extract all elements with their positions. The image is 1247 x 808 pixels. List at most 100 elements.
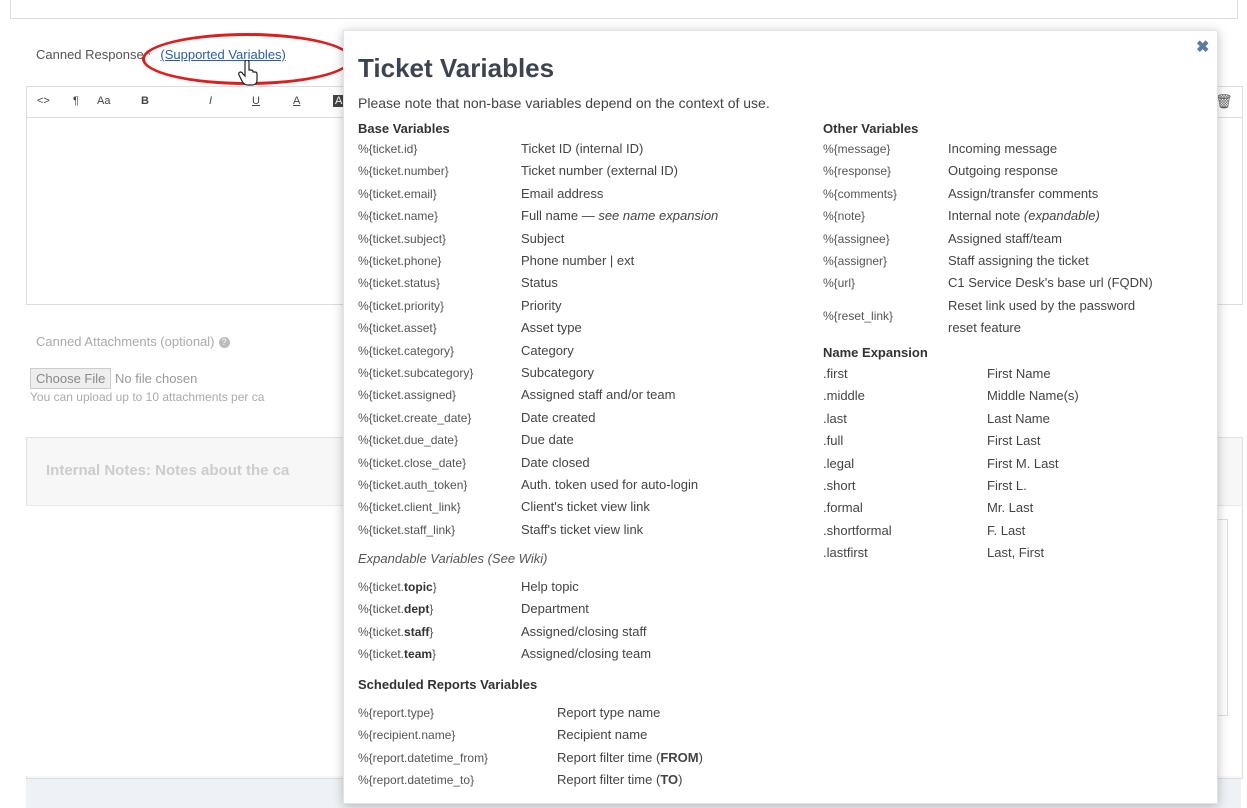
popup-note: Please note that non-base variables depe… bbox=[358, 95, 770, 111]
expandable-variable-name: %{ticket.staff} bbox=[358, 624, 434, 639]
base-variable-desc: Email address bbox=[521, 185, 604, 201]
expandable-variable-desc: Help topic bbox=[521, 579, 579, 594]
name-expansion-value: Middle Name(s) bbox=[987, 388, 1079, 404]
paragraph-button[interactable]: ¶ bbox=[73, 95, 79, 107]
other-variable-desc: Assigned staff/team bbox=[948, 230, 1062, 246]
base-variable-name: %{ticket.due_date} bbox=[358, 433, 459, 448]
top-field bbox=[10, 0, 1238, 19]
other-variable-desc: Outgoing response bbox=[948, 163, 1058, 179]
no-file-chosen-text: No file chosen bbox=[115, 371, 198, 386]
hand-cursor-icon bbox=[238, 60, 258, 86]
scheduled-variable-desc: Report filter time (FROM) bbox=[557, 749, 703, 765]
base-variable-name: %{ticket.subcategory} bbox=[358, 366, 474, 380]
name-expansion-heading: Name Expansion bbox=[823, 345, 928, 360]
attachments-label-text: Canned Attachments (optional) bbox=[36, 334, 215, 349]
base-variable-desc: Staff's ticket view link bbox=[521, 521, 644, 537]
base-variable-desc: Subcategory bbox=[521, 365, 594, 380]
other-variable-name: %{message} bbox=[823, 142, 891, 156]
base-variable-name: %{ticket.create_date} bbox=[358, 410, 472, 425]
base-variable-desc: Priority bbox=[521, 297, 562, 313]
name-expansion-value: First Name bbox=[987, 366, 1051, 381]
scheduled-variable-name: %{report.datetime_to} bbox=[358, 773, 475, 788]
name-expansion-key: .shortformal bbox=[823, 522, 892, 538]
bold-button[interactable]: B bbox=[141, 95, 149, 107]
desc-emphasis: see name expansion bbox=[598, 208, 719, 224]
base-variable-name: %{ticket.id} bbox=[358, 142, 418, 156]
other-variable-name: %{comments} bbox=[823, 186, 898, 201]
base-variable-name: %{ticket.category} bbox=[358, 343, 455, 358]
scheduled-variable-name: %{recipient.name} bbox=[358, 728, 456, 743]
italic-button[interactable]: I bbox=[209, 95, 212, 107]
reset-link-desc-line1: Reset link used by the password bbox=[948, 298, 1136, 313]
other-variable-desc: Staff assigning the ticket bbox=[948, 253, 1089, 268]
base-variable-desc: Subject bbox=[521, 230, 565, 246]
base-variable-desc: Date closed bbox=[521, 454, 590, 470]
scheduled-variable-name: %{report.type} bbox=[358, 706, 435, 720]
base-variable-name: %{ticket.status} bbox=[358, 276, 441, 291]
desc-bold-part: FROM bbox=[660, 749, 699, 765]
base-variable-name: %{ticket.number} bbox=[358, 164, 449, 179]
var-bold-part: dept bbox=[404, 602, 430, 617]
internal-notes-title: Internal Notes: Notes about the ca bbox=[46, 462, 290, 479]
base-variable-desc: Due date bbox=[521, 432, 574, 448]
expandable-variable-desc: Assigned/closing team bbox=[521, 646, 652, 662]
base-variable-name: %{ticket.asset} bbox=[358, 321, 437, 336]
var-bold-part: team bbox=[404, 647, 433, 662]
base-variable-desc: Category bbox=[521, 342, 574, 358]
name-expansion-key: .first bbox=[823, 366, 848, 381]
base-variable-name: %{ticket.auth_token} bbox=[358, 478, 468, 492]
close-icon[interactable]: ✖ bbox=[1196, 37, 1209, 57]
name-expansion-value: First Last bbox=[987, 433, 1041, 449]
base-variable-desc: Date created bbox=[521, 409, 596, 425]
base-variable-name: %{ticket.staff_link} bbox=[358, 522, 456, 537]
name-expansion-key: .lastfirst bbox=[823, 545, 868, 561]
canned-response-text: Canned Response bbox=[36, 47, 144, 62]
font-size-button[interactable]: Aa bbox=[97, 95, 110, 107]
expandable-variable-desc: Assigned/closing staff bbox=[521, 623, 647, 639]
reset-link-desc-line2: reset feature bbox=[948, 320, 1021, 335]
base-variable-desc: Ticket number (external ID) bbox=[521, 163, 679, 179]
base-variable-desc: Client's ticket view link bbox=[521, 499, 650, 515]
base-variable-desc: Full name — see name expansion bbox=[521, 208, 719, 224]
name-expansion-key: .formal bbox=[823, 500, 863, 516]
reset-link-var: %{reset_link} bbox=[823, 309, 894, 323]
other-variable-name: %{url} bbox=[823, 276, 856, 291]
name-expansion-value: Last, First bbox=[987, 545, 1045, 561]
other-variable-desc: Internal note (expandable) bbox=[948, 208, 1100, 224]
name-expansion-value: Mr. Last bbox=[987, 500, 1034, 516]
name-expansion-key: .short bbox=[823, 478, 856, 493]
scheduled-variable-desc: Report type name bbox=[557, 705, 661, 720]
base-variable-name: %{ticket.email} bbox=[358, 186, 437, 201]
base-variable-desc: Assigned staff and/or team bbox=[521, 387, 676, 403]
other-variable-name: %{assigner} bbox=[823, 254, 888, 268]
var-bold-part: staff bbox=[404, 624, 430, 639]
popup-title: Ticket Variables bbox=[358, 53, 555, 83]
name-expansion-key: .legal bbox=[823, 455, 855, 471]
canned-attachments-label: Canned Attachments (optional)? bbox=[36, 334, 230, 349]
base-variable-desc: Status bbox=[521, 275, 558, 291]
other-variables-heading: Other Variables bbox=[823, 121, 919, 136]
desc-bold-part: TO bbox=[660, 772, 679, 788]
base-variables-heading: Base Variables bbox=[358, 121, 450, 136]
desc-emphasis: (expandable) bbox=[1023, 208, 1100, 224]
name-expansion-value: Last Name bbox=[987, 410, 1050, 426]
var-bold-part: topic bbox=[404, 580, 433, 594]
choose-file-button[interactable]: Choose File bbox=[30, 368, 112, 389]
base-variable-desc: Ticket ID (internal ID) bbox=[521, 141, 644, 156]
other-variable-name: %{note} bbox=[823, 209, 866, 224]
name-expansion-key: .full bbox=[823, 433, 844, 449]
base-variable-name: %{ticket.close_date} bbox=[358, 455, 467, 470]
base-variable-name: %{ticket.client_link} bbox=[358, 500, 461, 515]
name-expansion-value: F. Last bbox=[987, 522, 1026, 538]
base-variable-desc: Phone number | ext bbox=[521, 253, 635, 268]
font-color-button[interactable]: A bbox=[293, 95, 300, 107]
base-variable-name: %{ticket.assigned} bbox=[358, 388, 457, 403]
base-variable-name: %{ticket.priority} bbox=[358, 298, 445, 313]
code-view-button[interactable]: <> bbox=[37, 95, 50, 107]
expandable-variables-heading: Expandable Variables (See Wiki) bbox=[358, 551, 548, 566]
expandable-variable-name: %{ticket.team} bbox=[358, 647, 437, 662]
help-icon[interactable]: ? bbox=[218, 337, 230, 349]
base-variable-name: %{ticket.name} bbox=[358, 209, 439, 224]
underline-button[interactable]: U bbox=[252, 95, 260, 107]
file-chooser: Choose File No file chosen bbox=[30, 368, 197, 389]
